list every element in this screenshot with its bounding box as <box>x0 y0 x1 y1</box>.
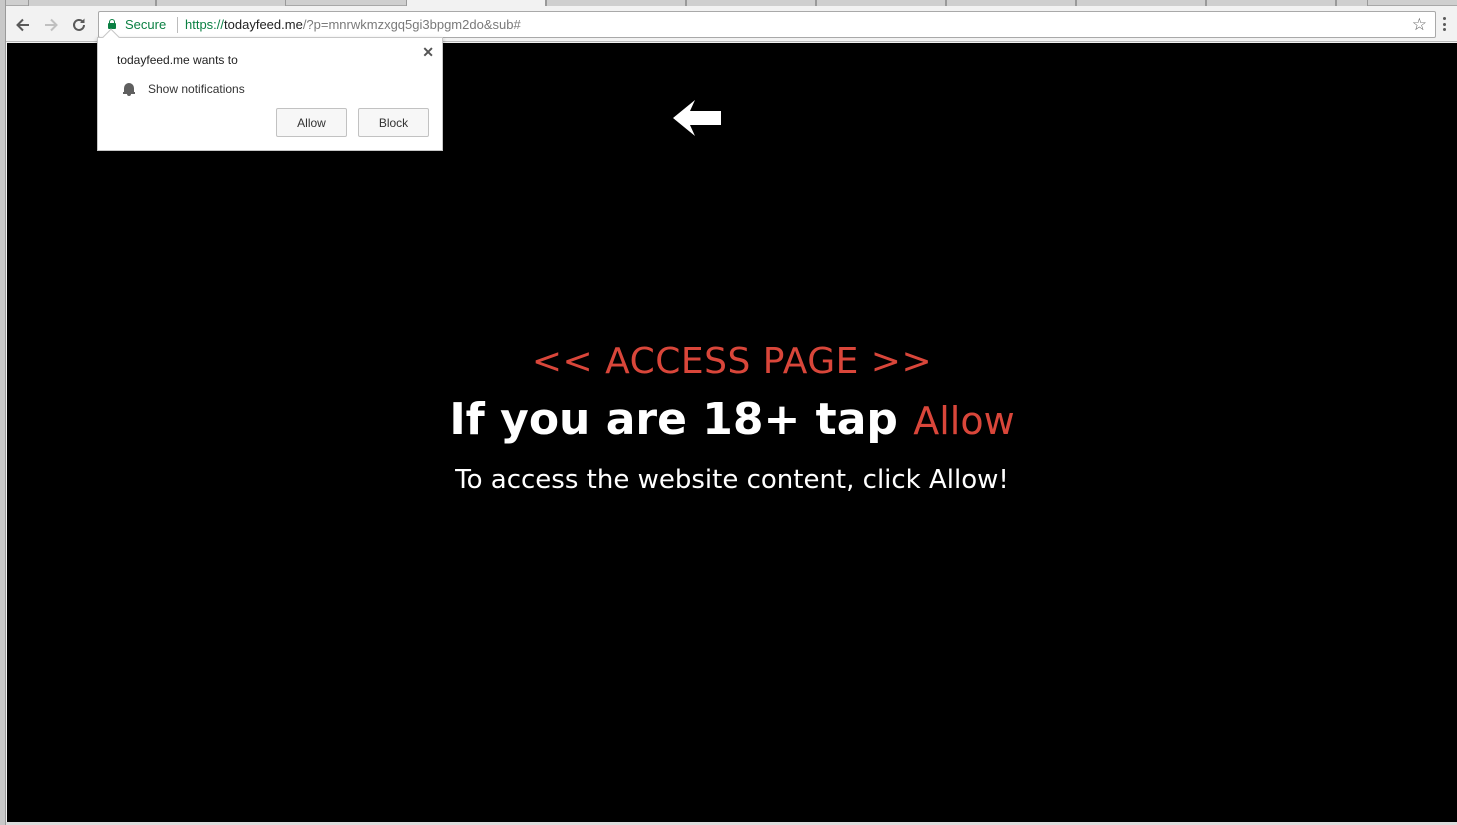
access-page-heading: << ACCESS PAGE >> <box>531 341 933 382</box>
dot <box>1442 22 1446 26</box>
lock-icon <box>108 19 116 29</box>
close-icon[interactable]: ✕ <box>422 44 434 61</box>
reload-button[interactable] <box>68 14 90 36</box>
arrow-right-icon <box>45 18 58 32</box>
browser-window: Secure https://todayfeed.me/?p=mnrwkmzxg… <box>0 0 1457 825</box>
block-button[interactable]: Block <box>358 108 429 137</box>
window-edge <box>0 0 6 825</box>
page-content: << ACCESS PAGE >> If you are 18+ tap All… <box>7 339 1457 500</box>
reload-icon <box>73 18 85 31</box>
browser-menu-button[interactable] <box>1439 14 1449 34</box>
permission-label: Show notifications <box>148 82 245 96</box>
back-button[interactable] <box>12 14 34 36</box>
address-bar[interactable]: Secure https://todayfeed.me/?p=mnrwkmzxg… <box>98 11 1436 38</box>
dot <box>1442 28 1446 31</box>
headline-text: If you are 18+ tap <box>449 394 898 445</box>
security-label: Secure <box>125 17 167 32</box>
url-host: todayfeed.me <box>224 17 303 32</box>
popup-title: todayfeed.me wants to <box>117 53 238 67</box>
arrow-left-icon <box>16 18 29 32</box>
url-path: /?p=mnrwkmzxgq5gi3bpgm2do&sub# <box>302 17 521 32</box>
notification-permission-popup: todayfeed.me wants to ✕ Show notificatio… <box>97 28 443 151</box>
bookmark-star-icon[interactable]: ☆ <box>1412 15 1427 35</box>
arrow-left-icon <box>673 100 721 136</box>
forward-button[interactable] <box>40 14 62 36</box>
instruction-text: To access the website content, click All… <box>455 465 1009 495</box>
age-headline: If you are 18+ tap Allow <box>7 389 1457 452</box>
divider <box>177 17 178 33</box>
headline-allow-word: Allow <box>913 399 1015 443</box>
url-scheme: https:// <box>185 17 225 32</box>
web-page: << ACCESS PAGE >> If you are 18+ tap All… <box>7 43 1457 822</box>
bell-icon <box>123 82 135 96</box>
allow-button[interactable]: Allow <box>276 108 347 137</box>
dot <box>1442 17 1446 20</box>
url-text[interactable]: https://todayfeed.me/?p=mnrwkmzxgq5gi3bp… <box>185 17 521 32</box>
